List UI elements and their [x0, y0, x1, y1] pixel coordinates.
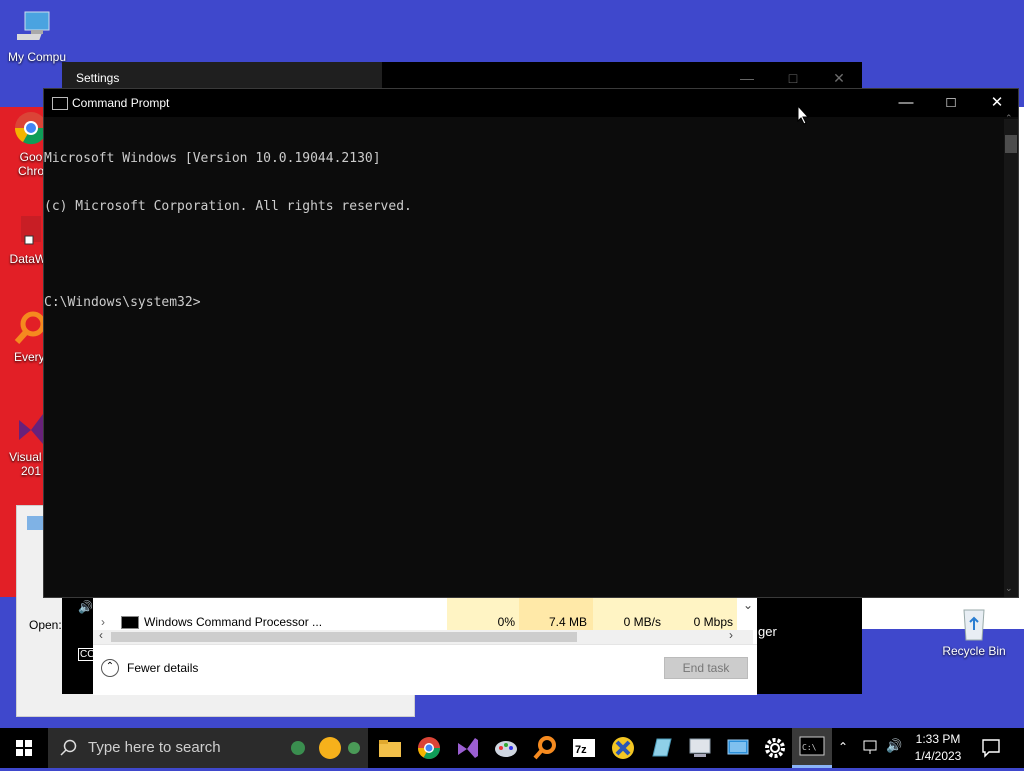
scroll-down-icon[interactable]: ⌄	[1005, 583, 1013, 594]
scroll-down-icon[interactable]: ⌄	[743, 598, 753, 612]
task-manager-footer: ⌃ Fewer details End task	[93, 644, 757, 695]
run-open-label: Open:	[29, 618, 62, 632]
everything-search-icon[interactable]	[531, 734, 559, 762]
horizontal-scrollbar[interactable]: ‹ ›	[93, 628, 753, 644]
scroll-up-icon[interactable]: ⌃	[1005, 113, 1013, 124]
console-line: Microsoft Windows [Version 10.0.19044.21…	[44, 151, 381, 166]
process-network: 0 Mbps	[693, 615, 733, 629]
cmd-taskbar-button[interactable]: C:\	[792, 728, 832, 768]
network-icon[interactable]	[862, 738, 880, 756]
start-button[interactable]	[0, 728, 48, 768]
task-manager-partial-text: ger	[758, 624, 777, 639]
file-explorer-icon[interactable]	[376, 734, 404, 762]
maximize-button[interactable]: □	[928, 89, 974, 117]
search-box[interactable]: Type here to search	[48, 728, 368, 768]
volume-icon[interactable]: 🔊	[886, 738, 902, 754]
windows-icon	[16, 740, 32, 756]
visual-studio-icon[interactable]	[453, 734, 481, 762]
date-text: 1/4/2023	[914, 749, 962, 763]
notifications-icon[interactable]	[980, 737, 1002, 759]
cmd-title: Command Prompt	[72, 96, 170, 110]
notepad-icon[interactable]	[647, 734, 675, 762]
scrollbar-thumb[interactable]	[111, 632, 577, 642]
search-icon	[60, 739, 77, 756]
cmd-process-icon	[121, 616, 139, 629]
console-output[interactable]: Microsoft Windows [Version 10.0.19044.21…	[44, 119, 1004, 597]
process-name: Windows Command Processor ...	[144, 615, 323, 629]
desktop-icon-recycle-bin[interactable]: Recycle Bin	[937, 602, 1011, 658]
console-line: ​	[44, 247, 1004, 263]
remote-desktop-icon[interactable]	[724, 734, 752, 762]
chevron-up-icon[interactable]: ⌃	[101, 659, 119, 677]
scroll-right-icon[interactable]: ›	[729, 628, 733, 642]
time-text: 1:33 PM	[915, 732, 961, 746]
clock[interactable]: 1:33 PM 1/4/2023	[906, 732, 970, 763]
desktop-icon-my-computer[interactable]: My Compu	[0, 8, 74, 64]
show-hidden-icons-chevron-icon[interactable]: ⌃	[838, 740, 848, 754]
console-prompt-line: C:\Windows\system32>	[44, 295, 201, 310]
recycle-bin-icon	[954, 602, 994, 642]
process-cpu: 0%	[497, 615, 515, 629]
settings-icon[interactable]	[761, 734, 789, 762]
search-placeholder: Type here to search	[88, 739, 221, 756]
end-task-button[interactable]: End task	[664, 657, 748, 679]
mouse-cursor-icon	[797, 104, 810, 128]
cmd-icon: C:\	[799, 736, 825, 756]
command-prompt-window[interactable]: Command Prompt — □ ✕ Microsoft Windows […	[43, 88, 1019, 598]
desktop-icon-label: Recycle Bin	[942, 644, 1006, 658]
cmd-icon	[52, 97, 68, 110]
computer-icon[interactable]	[686, 734, 714, 762]
scroll-left-icon[interactable]: ‹	[99, 628, 103, 642]
7zip-icon[interactable]: 7z	[570, 734, 598, 762]
expand-chevron-icon[interactable]: ›	[101, 615, 105, 629]
svg-text:C:\: C:\	[802, 743, 817, 752]
speaker-icon: 🔊	[78, 600, 93, 614]
computer-icon	[11, 8, 57, 48]
svg-text:7z: 7z	[575, 744, 587, 756]
taskbar: Type here to search 7z C:\ ⌃ 🔊 1:33 PM 1…	[0, 728, 1024, 768]
minimize-button[interactable]: —	[883, 89, 929, 117]
fewer-details-link[interactable]: Fewer details	[127, 661, 198, 675]
chrome-icon[interactable]	[415, 734, 443, 762]
cmd-scrollbar[interactable]: ⌃ ⌄	[1004, 113, 1018, 597]
scrollbar-thumb[interactable]	[1005, 135, 1017, 153]
cmd-titlebar[interactable]: Command Prompt — □ ✕	[44, 89, 1018, 117]
search-highlight-image	[290, 734, 360, 762]
close-button[interactable]: ✕	[974, 89, 1020, 117]
process-disk: 0 MB/s	[623, 615, 661, 629]
table-row[interactable]: › Windows Command Processor ... 0% 7.4 M…	[93, 598, 757, 632]
task-manager-window[interactable]: › Windows Command Processor ... 0% 7.4 M…	[93, 598, 757, 695]
console-line: (c) Microsoft Corporation. All rights re…	[44, 199, 412, 214]
paint-icon[interactable]	[492, 734, 520, 762]
process-memory: 7.4 MB	[548, 615, 587, 629]
xampp-icon[interactable]	[609, 734, 637, 762]
